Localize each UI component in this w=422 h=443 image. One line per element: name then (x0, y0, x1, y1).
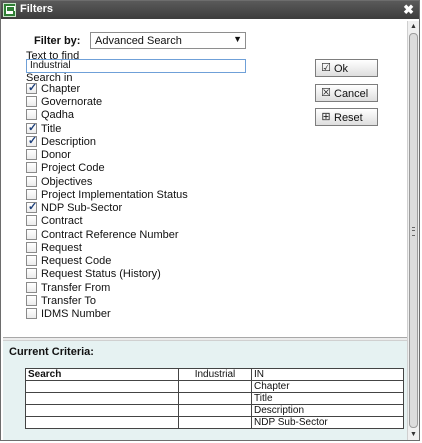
table-cell: Description (251, 404, 404, 417)
checkbox[interactable] (26, 134, 37, 147)
checkbox[interactable] (26, 189, 37, 200)
checkbox-label: Transfer To (41, 295, 97, 307)
text-to-find-value: Industrial (30, 60, 71, 71)
checkbox[interactable] (26, 282, 37, 293)
checkbox[interactable] (26, 121, 37, 134)
checkbox[interactable] (26, 255, 37, 266)
checkbox-label: Chapter (41, 83, 81, 95)
table-row: Description (25, 404, 404, 417)
table-cell (25, 404, 179, 417)
table-cell (178, 392, 252, 405)
checkbox[interactable] (26, 215, 37, 226)
table-cell (25, 392, 179, 405)
checkbox-label: Contract (41, 215, 83, 227)
ok-icon: ☑ (321, 62, 331, 74)
checkbox-label: Qadha (41, 109, 75, 121)
checkbox-label: Transfer From (41, 282, 111, 294)
title-bar[interactable]: Filters ✖ (1, 1, 419, 19)
checkbox-label: Contract Reference Number (41, 229, 179, 241)
current-criteria-title: Current Criteria: (9, 346, 94, 358)
table-cell (178, 416, 252, 429)
table-row: Search Industrial IN (25, 368, 404, 381)
checkbox[interactable] (26, 268, 37, 279)
table-cell: Industrial (178, 368, 252, 381)
checkbox[interactable] (26, 162, 37, 173)
table-row: NDP Sub-Sector (25, 416, 404, 429)
checkbox-label: Project Implementation Status (41, 189, 188, 201)
filter-by-value: Advanced Search (95, 35, 182, 47)
chevron-down-icon[interactable]: ▼ (233, 34, 242, 44)
checkbox-label: Governorate (41, 96, 103, 108)
table-cell (178, 380, 252, 393)
checkbox-label: Request Code (41, 255, 112, 267)
checkbox-label: Request Status (History) (41, 268, 161, 280)
table-cell (25, 416, 179, 429)
close-icon[interactable]: ✖ (403, 2, 414, 18)
checkbox[interactable] (26, 81, 37, 94)
reset-button[interactable]: ⊞ Reset (315, 108, 378, 126)
checkbox[interactable] (26, 308, 37, 319)
filter-by-label: Filter by: (34, 35, 81, 47)
table-cell: Title (251, 392, 404, 405)
checkbox[interactable] (26, 295, 37, 306)
reset-icon: ⊞ (321, 111, 331, 123)
ok-button-label: Ok (334, 63, 349, 75)
scroll-down-icon[interactable]: ▼ (408, 429, 419, 440)
filter-by-select[interactable]: Advanced Search ▼ (90, 32, 246, 49)
checkbox-label: Title (41, 123, 62, 135)
checkbox[interactable] (26, 96, 37, 107)
checkbox-label: NDP Sub-Sector (41, 202, 123, 214)
cancel-button[interactable]: ☒ Cancel (315, 84, 378, 102)
filters-window: Filters ✖ Filter by: Advanced Search ▼ T… (0, 0, 420, 441)
checkbox-label: Donor (41, 149, 71, 161)
table-row: Chapter (25, 380, 404, 393)
table-cell: IN (251, 368, 404, 381)
table-row: Title (25, 392, 404, 405)
checkbox-label: Project Code (41, 162, 105, 174)
cancel-icon: ☒ (321, 87, 331, 99)
table-cell (25, 380, 179, 393)
filter-panel: Filter by: Advanced Search ▼ Text to fin… (3, 21, 407, 440)
checkbox-label: Request (41, 242, 82, 254)
checkbox[interactable] (26, 109, 37, 120)
checkbox[interactable] (26, 176, 37, 187)
checkbox-label: Description (41, 136, 97, 148)
excel-icon (3, 3, 16, 17)
scrollbar-thumb[interactable] (409, 33, 418, 428)
checkbox[interactable] (26, 149, 37, 160)
reset-button-label: Reset (334, 112, 363, 124)
window-title: Filters (20, 3, 54, 15)
scroll-up-icon[interactable]: ▲ (408, 21, 419, 32)
cancel-button-label: Cancel (334, 88, 369, 100)
criteria-table: Search Industrial IN Chapter Title Descr… (25, 368, 404, 429)
vertical-scrollbar[interactable]: ▲ ▼ (407, 21, 419, 440)
table-cell: NDP Sub-Sector (251, 416, 404, 429)
checkbox[interactable] (26, 242, 37, 253)
checkbox[interactable] (26, 229, 37, 240)
checkbox-label: Objectives (41, 176, 93, 188)
grip-icon (412, 227, 415, 236)
current-criteria-panel: Current Criteria: Search Industrial IN C… (3, 341, 407, 440)
checkbox[interactable] (26, 200, 37, 213)
ok-button[interactable]: ☑ Ok (315, 59, 378, 77)
table-cell: Chapter (251, 380, 404, 393)
checkbox-label: IDMS Number (41, 308, 111, 320)
table-cell: Search (25, 368, 179, 381)
text-to-find-input[interactable]: Industrial (26, 59, 246, 73)
table-cell (178, 404, 252, 417)
